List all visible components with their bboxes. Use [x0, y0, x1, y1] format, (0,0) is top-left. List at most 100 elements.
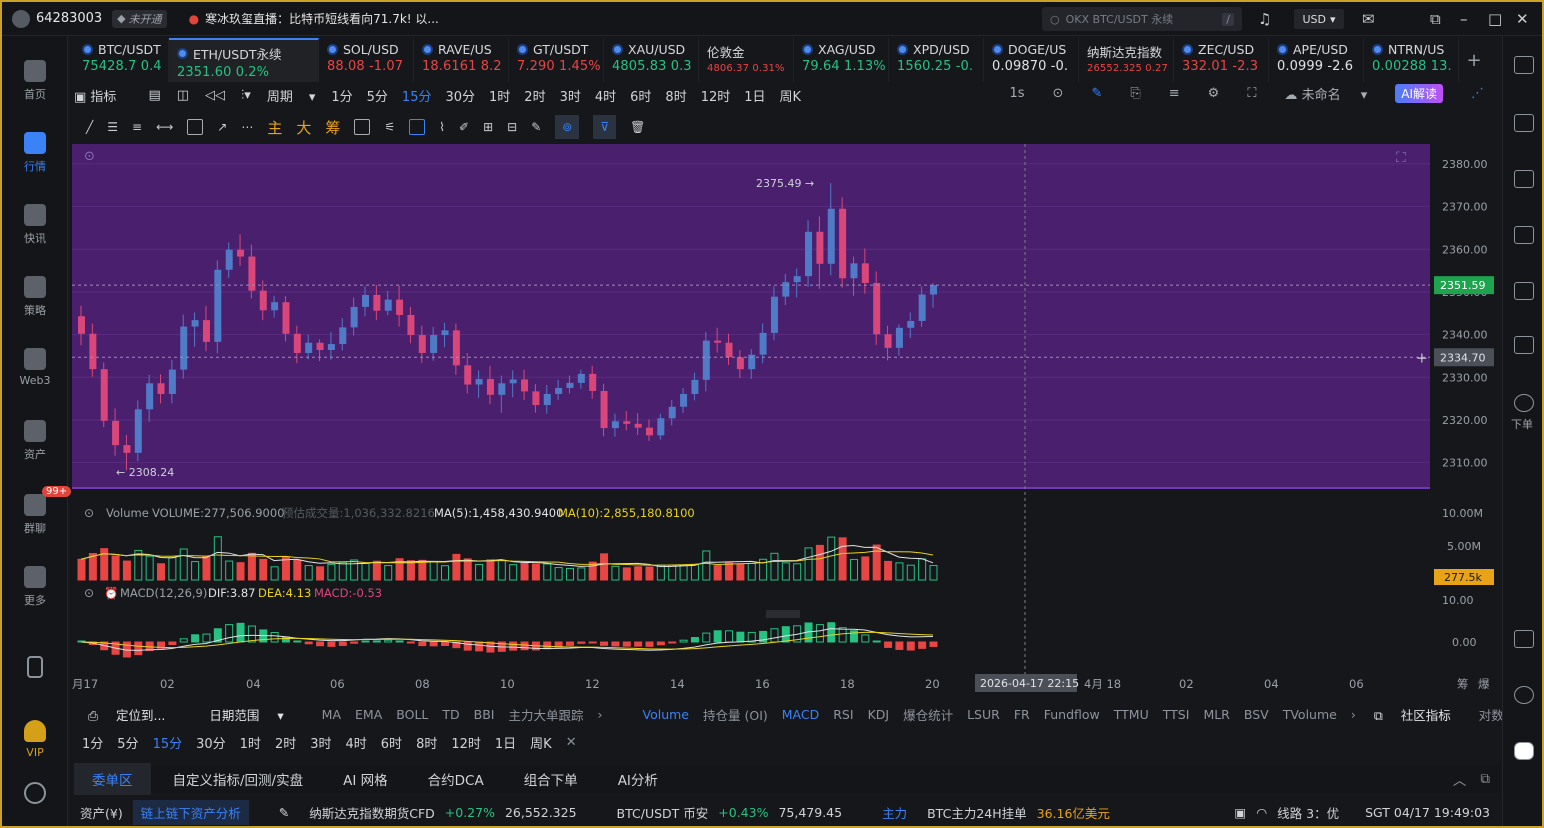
main-indicator-1[interactable]: EMA [355, 707, 382, 722]
interval-row-10[interactable]: 12时 [451, 733, 481, 752]
compare-icon[interactable]: ◫ [177, 88, 189, 103]
bottom-tab-1[interactable]: 自定义指标/回测/实盘 [173, 769, 304, 789]
sub-indicator-12[interactable]: BSV [1244, 707, 1269, 722]
interval-row-7[interactable]: 4时 [346, 733, 367, 752]
depth-icon[interactable] [1514, 226, 1534, 244]
sub-indicator-8[interactable]: Fundflow [1044, 707, 1100, 722]
order-label[interactable]: 下单 [1511, 416, 1533, 432]
symbol-tab-1[interactable]: ETH/USDT永续 2351.60 0.2% [169, 38, 319, 82]
arrow-tool-icon[interactable]: ↗ [217, 120, 227, 134]
interval-2[interactable]: 15分 [402, 86, 432, 105]
chevron-right-icon[interactable]: › [1351, 707, 1356, 722]
interval-7[interactable]: 4时 [595, 86, 616, 105]
sub-indicator-1[interactable]: 持仓量 (OI) [703, 705, 768, 724]
sidebar-item-5[interactable]: 资产 [2, 420, 68, 462]
sidebar-item-6[interactable]: 群聊 99+ [2, 486, 72, 536]
interval-row-5[interactable]: 2时 [275, 733, 296, 752]
chart-area[interactable]: 2380.002370.002360.002350.002340.002330.… [72, 144, 1498, 700]
symbol-tab-10[interactable]: 纳斯达克指数 26552.325 0.27 [1079, 38, 1174, 82]
maximize-icon[interactable]: □ [1488, 10, 1502, 28]
bot-icon[interactable] [1514, 742, 1534, 760]
chips-corner-label[interactable]: 筹 [1457, 677, 1469, 691]
sidebar-item-0[interactable]: 首页 [2, 60, 68, 102]
close-icon[interactable]: ✕ [1516, 10, 1529, 28]
date-range-dropdown[interactable]: 日期范围 ▾ [209, 705, 297, 724]
interval-row-9[interactable]: 8时 [416, 733, 437, 752]
interval-row-12[interactable]: 周K [530, 733, 552, 752]
symbol-tab-7[interactable]: XAG/USD 79.64 1.13% [794, 38, 889, 82]
avatar[interactable] [12, 9, 30, 28]
symbol-tab-5[interactable]: XAU/USD 4805.83 0.3 [604, 38, 699, 82]
sidebar-item-4[interactable]: Web3 [2, 348, 68, 387]
headset-icon[interactable] [1514, 686, 1534, 704]
layout-name[interactable]: ☁ 未命名 ▾ [1284, 84, 1367, 103]
interval-row-6[interactable]: 3时 [310, 733, 331, 752]
rewind-icon[interactable]: ◁◁ [205, 88, 225, 103]
interval-6[interactable]: 3时 [560, 86, 581, 105]
main-indicator-5[interactable]: 主力大单跟踪 [508, 705, 583, 724]
interval-row-11[interactable]: 1日 [495, 733, 516, 752]
order-exchange-icon[interactable] [1514, 394, 1534, 412]
sidebar-item-2[interactable]: 快讯 [2, 204, 68, 246]
select-icon[interactable] [409, 119, 426, 135]
fullscreen-icon[interactable]: ⛶ [1247, 86, 1256, 101]
share-icon[interactable]: ⋰ [1471, 86, 1484, 101]
sub-indicator-6[interactable]: LSUR [967, 707, 1000, 722]
sub-indicator-3[interactable]: RSI [833, 707, 853, 722]
layout-icon[interactable]: ⧉ [1430, 10, 1441, 28]
interval-row-8[interactable]: 6时 [381, 733, 402, 752]
watchlist-icon[interactable] [1514, 56, 1534, 74]
trash-icon[interactable]: 🗑 [630, 120, 645, 134]
interval-3[interactable]: 30分 [445, 86, 475, 105]
symbol-tab-11[interactable]: ZEC/USD 332.01 -2.3 [1174, 38, 1269, 82]
sub-indicator-0[interactable]: Volume [643, 707, 690, 722]
collapse-chart-icon[interactable]: ⊙ [84, 149, 95, 164]
ray-tool-icon[interactable]: ⟷ [156, 120, 173, 134]
interval-1[interactable]: 5分 [367, 86, 388, 105]
symbol-tab-4[interactable]: GT/USDT 7.290 1.45% [509, 38, 604, 82]
main-force-text[interactable]: BTC主力24H挂单 [927, 803, 1027, 822]
line-status[interactable]: 线路 3：优 [1277, 803, 1339, 822]
symbol-tab-3[interactable]: RAVE/US 18.6161 8.2 [414, 38, 509, 82]
user-id[interactable]: 64283003 ◆ 未开通 [2, 9, 167, 28]
pen-icon[interactable]: ✎ [1091, 86, 1102, 101]
macd-collapse-icon[interactable]: ⊙ [84, 586, 94, 600]
symbol-tab-2[interactable]: SOL/USD 88.08 -1.07 [319, 38, 414, 82]
mail-icon[interactable]: ✉ [1362, 10, 1375, 28]
symbol-tab-13[interactable]: NTRN/US 0.00288 13. [1364, 38, 1459, 82]
magnet-icon[interactable]: ⊚ [555, 115, 580, 139]
edit-icon[interactable]: ✎ [531, 120, 541, 134]
main-indicator-4[interactable]: BBI [474, 707, 495, 722]
sub-indicator-11[interactable]: MLR [1203, 707, 1229, 722]
lock-icon[interactable]: ⊟ [507, 120, 517, 134]
calendar-icon[interactable]: ▤ [148, 88, 160, 103]
list-icon[interactable]: ≡ [1169, 86, 1180, 101]
bottom-tab-3[interactable]: 合约DCA [428, 769, 484, 789]
help-icon[interactable]: ▣ [1234, 805, 1246, 820]
live-ticker[interactable]: ● 寒冰玖玺直播：比特币短线看向71.7k! 以... [189, 10, 439, 27]
main-indicator-0[interactable]: MA [322, 707, 341, 722]
copy-icon[interactable]: ⎘ [1130, 86, 1140, 101]
hline-tool-icon[interactable]: ☰ [107, 120, 118, 134]
volume-collapse-icon[interactable]: ⊙ [84, 506, 94, 520]
interval-9[interactable]: 8时 [665, 86, 686, 105]
liquidation-corner-label[interactable]: 爆 [1478, 677, 1490, 691]
brush-icon[interactable]: ✐ [459, 120, 469, 134]
sidebar-item-1[interactable]: 行情 [2, 132, 68, 174]
resize-handle[interactable] [766, 610, 800, 618]
bell-icon[interactable]: ♫ [1258, 10, 1271, 28]
interval-8[interactable]: 6时 [630, 86, 651, 105]
main-indicator-3[interactable]: TD [442, 707, 459, 722]
expand-chart-icon[interactable]: ⛶ [1396, 150, 1406, 166]
interval-row-4[interactable]: 1时 [240, 733, 261, 752]
period-dropdown[interactable]: 周期 ▾ [267, 86, 316, 105]
interval-5[interactable]: 2时 [524, 86, 545, 105]
close-icon[interactable]: ✕ [566, 735, 577, 750]
sub-indicator-4[interactable]: KDJ [868, 707, 890, 722]
sub-indicator-9[interactable]: TTMU [1114, 707, 1149, 722]
minimize-icon[interactable]: – [1460, 10, 1468, 28]
panel-icon[interactable] [1514, 630, 1534, 648]
sidebar-item-9[interactable]: VIP [2, 720, 68, 759]
monitor-icon[interactable] [1514, 282, 1534, 300]
sub-indicator-7[interactable]: FR [1014, 707, 1030, 722]
